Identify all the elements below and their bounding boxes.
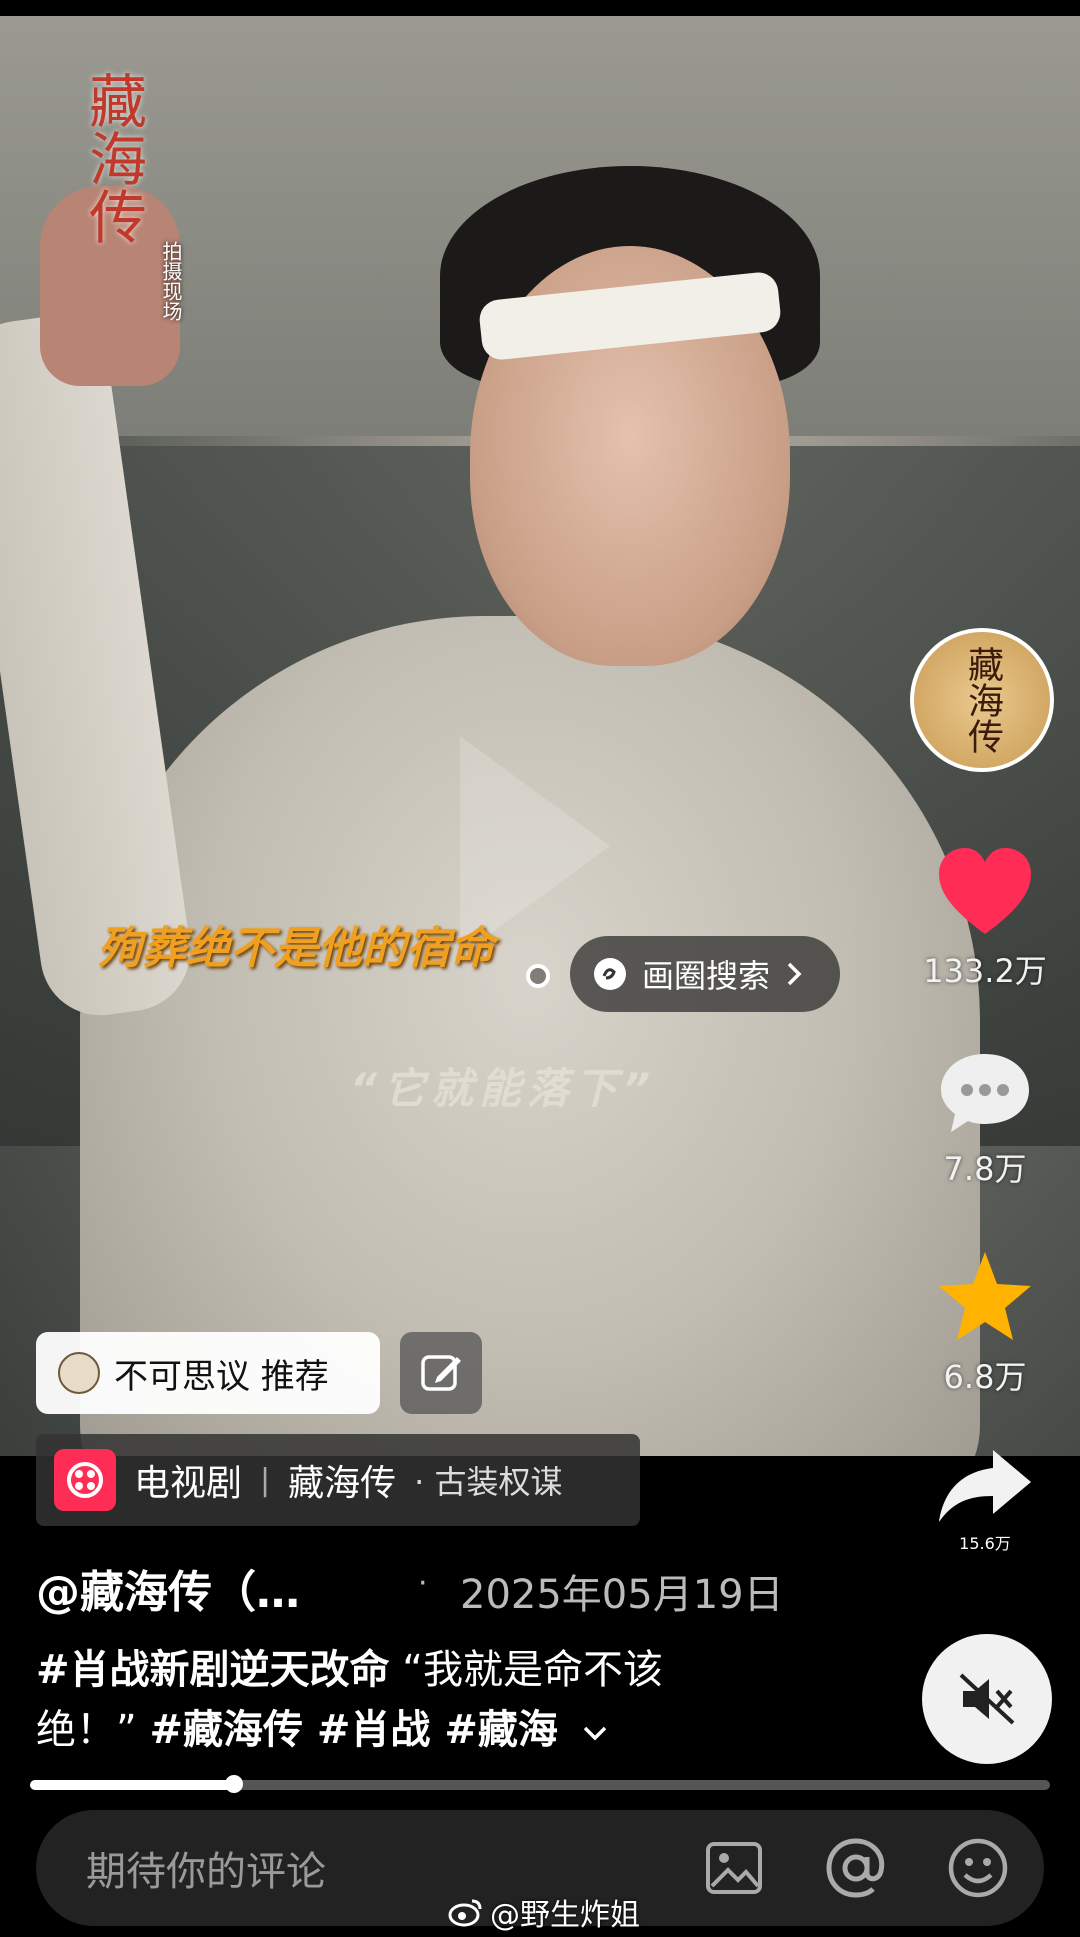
- drama-category: 电视剧: [134, 1463, 243, 1504]
- show-logo: 藏海传 拍摄现场: [79, 71, 192, 351]
- heart-icon: [939, 848, 1031, 934]
- video-quote: “它就能落下”: [350, 1064, 657, 1113]
- comment-count: 7.8万: [943, 1150, 1027, 1188]
- desc-quote-2: 绝！”: [36, 1707, 137, 1753]
- weibo-icon: [448, 1899, 482, 1927]
- show-logo-title: 藏海传: [79, 71, 147, 245]
- comment-bubble-icon: [941, 1054, 1029, 1132]
- favorite-count: 6.8万: [943, 1358, 1027, 1396]
- like-button[interactable]: 133.2万: [905, 846, 1065, 992]
- author-avatar[interactable]: 藏海传: [910, 628, 1054, 772]
- emoji-icon[interactable]: [944, 1834, 1012, 1902]
- search-dot-icon: [526, 964, 550, 988]
- drama-separator: |: [260, 1462, 271, 1498]
- drama-title: 藏海传: [288, 1463, 397, 1504]
- desc-quote-1: “我就是命不该: [402, 1647, 663, 1693]
- like-count: 133.2万: [923, 952, 1047, 990]
- video-player[interactable]: 藏海传 拍摄现场: [0, 16, 1080, 1456]
- tv-drama-icon: [54, 1449, 116, 1511]
- chevron-right-icon: [787, 962, 802, 986]
- mute-button[interactable]: [922, 1634, 1052, 1764]
- share-count: 15.6万: [959, 1534, 1011, 1553]
- circle-search-icon: [594, 958, 626, 990]
- recommend-label: 不可思议 推荐: [114, 1356, 329, 1397]
- favorite-button[interactable]: 6.8万: [905, 1248, 1065, 1398]
- share-button[interactable]: 15.6万: [905, 1446, 1065, 1554]
- comment-placeholder: 期待你的评论: [86, 1849, 326, 1895]
- image-icon[interactable]: [700, 1834, 768, 1902]
- date-separator: ·: [418, 1566, 428, 1601]
- recommend-logo-icon: [58, 1352, 100, 1394]
- edit-button[interactable]: [400, 1332, 482, 1414]
- comment-button[interactable]: 7.8万: [905, 1050, 1065, 1190]
- edit-pencil-icon: [421, 1355, 461, 1391]
- progress-bar[interactable]: [30, 1780, 1050, 1790]
- post-description[interactable]: #肖战新剧逆天改命 “我就是命不该 绝！” #藏海传 #肖战 #藏海: [36, 1640, 766, 1760]
- circle-search-label: 画圈搜索: [642, 957, 771, 995]
- author-name[interactable]: @藏海传（…: [36, 1556, 300, 1620]
- share-arrow-icon: [939, 1450, 1031, 1522]
- progress-fill: [30, 1780, 234, 1790]
- drama-genre: · 古装权谋: [414, 1463, 563, 1501]
- show-logo-subtitle: 拍摄现场: [159, 241, 183, 321]
- recommend-badge[interactable]: 不可思议 推荐: [36, 1332, 380, 1414]
- speaker-muted-icon: [959, 1673, 1015, 1725]
- mention-icon[interactable]: [822, 1834, 890, 1902]
- watermark: @野生炸姐: [448, 1890, 640, 1934]
- post-date: 2025年05月19日: [460, 1572, 784, 1618]
- watermark-text: @野生炸姐: [490, 1898, 640, 1933]
- progress-knob[interactable]: [225, 1775, 243, 1793]
- circle-search-button[interactable]: 画圈搜索: [570, 936, 840, 1012]
- star-icon: [939, 1252, 1031, 1340]
- hashtags-rest[interactable]: #藏海传 #肖战 #藏海: [149, 1707, 557, 1753]
- hashtag-main[interactable]: #肖战新剧逆天改命: [36, 1647, 390, 1693]
- drama-tag[interactable]: 电视剧 | 藏海传 · 古装权谋: [36, 1434, 640, 1526]
- author-avatar-text: 藏海传: [962, 646, 1003, 754]
- chevron-down-icon[interactable]: [581, 1723, 609, 1743]
- video-subtitle: 殉葬绝不是他的宿命: [98, 923, 494, 974]
